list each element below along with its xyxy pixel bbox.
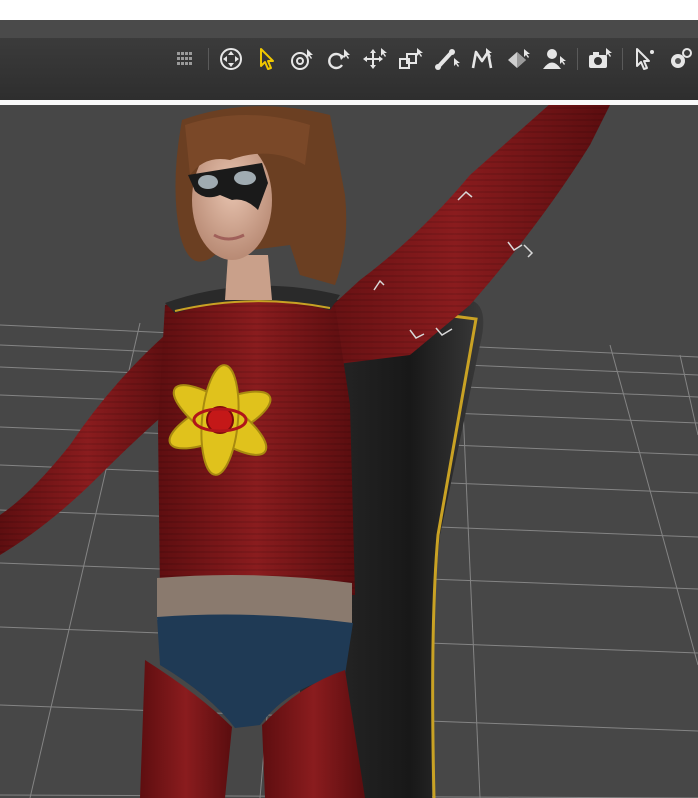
figure-tool[interactable]	[539, 44, 571, 74]
scale-icon	[399, 48, 423, 69]
toolbar-separator	[577, 48, 578, 70]
3d-viewport[interactable]	[0, 105, 698, 798]
main-toolbar	[0, 38, 698, 100]
window-titlebar	[0, 0, 698, 20]
arrow-pointer-icon	[260, 48, 274, 70]
grid-toggle-tool[interactable]	[170, 44, 202, 74]
move-arrows-icon	[363, 48, 387, 69]
camera-icon	[589, 48, 612, 68]
orbit-icon	[291, 49, 313, 70]
target-icon	[220, 48, 242, 70]
translate-tool[interactable]	[359, 44, 391, 74]
toolbar-separator	[208, 48, 209, 70]
orbit-tool[interactable]	[287, 44, 319, 74]
light-gear-icon	[671, 48, 692, 68]
morph-brush-tool[interactable]	[467, 44, 499, 74]
universal-tool[interactable]	[215, 44, 247, 74]
node-select-tool[interactable]	[629, 44, 661, 74]
camera-tool[interactable]	[584, 44, 616, 74]
geometry-tool[interactable]	[503, 44, 535, 74]
bone-icon	[435, 49, 460, 70]
figure-icon	[543, 49, 566, 69]
select-tool[interactable]	[251, 44, 283, 74]
toolbar-separator	[622, 48, 623, 70]
rotate-icon	[328, 49, 350, 70]
neck	[225, 255, 272, 300]
geometry-icon	[508, 49, 530, 68]
node-pointer-icon	[636, 48, 654, 70]
rotate-tool[interactable]	[323, 44, 355, 74]
morph-m-icon	[471, 48, 493, 69]
scale-tool[interactable]	[395, 44, 427, 74]
menu-bar	[0, 20, 698, 39]
joint-editor-tool[interactable]	[431, 44, 463, 74]
scene-render	[0, 105, 698, 798]
grid-icon	[177, 52, 192, 65]
light-tool[interactable]	[665, 44, 697, 74]
tool-group	[170, 44, 698, 74]
